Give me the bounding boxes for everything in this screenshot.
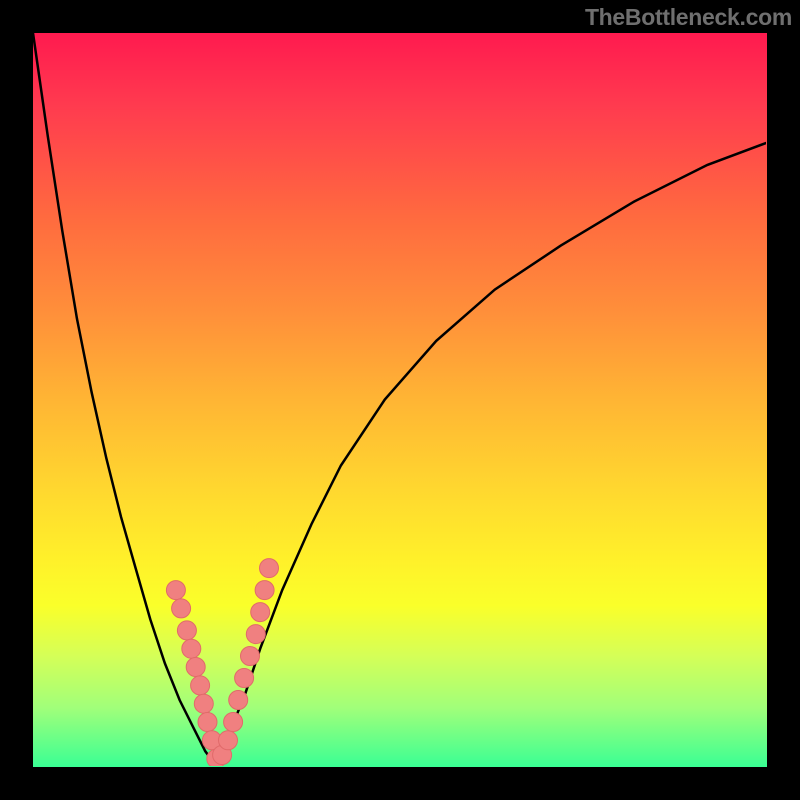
marker-dot [219, 731, 238, 750]
curve-right-branch [216, 143, 766, 766]
chart-svg [33, 33, 766, 766]
marker-dot [241, 647, 260, 666]
marker-dot [255, 581, 274, 600]
marker-dot [198, 713, 217, 732]
bottleneck-curve [33, 33, 766, 766]
marker-dot [191, 676, 210, 695]
marker-dot [235, 669, 254, 688]
attribution-text: TheBottleneck.com [585, 4, 792, 31]
marker-dot [194, 694, 213, 713]
marker-dot [260, 559, 279, 578]
chart-frame: TheBottleneck.com [0, 0, 800, 800]
marker-dot [172, 599, 191, 618]
marker-dot [246, 625, 265, 644]
marker-dot [182, 639, 201, 658]
salmon-markers [166, 559, 278, 766]
marker-dot [166, 581, 185, 600]
marker-dot [251, 603, 270, 622]
marker-dot [177, 621, 196, 640]
marker-dot [224, 713, 243, 732]
marker-dot [186, 658, 205, 677]
marker-dot [229, 691, 248, 710]
